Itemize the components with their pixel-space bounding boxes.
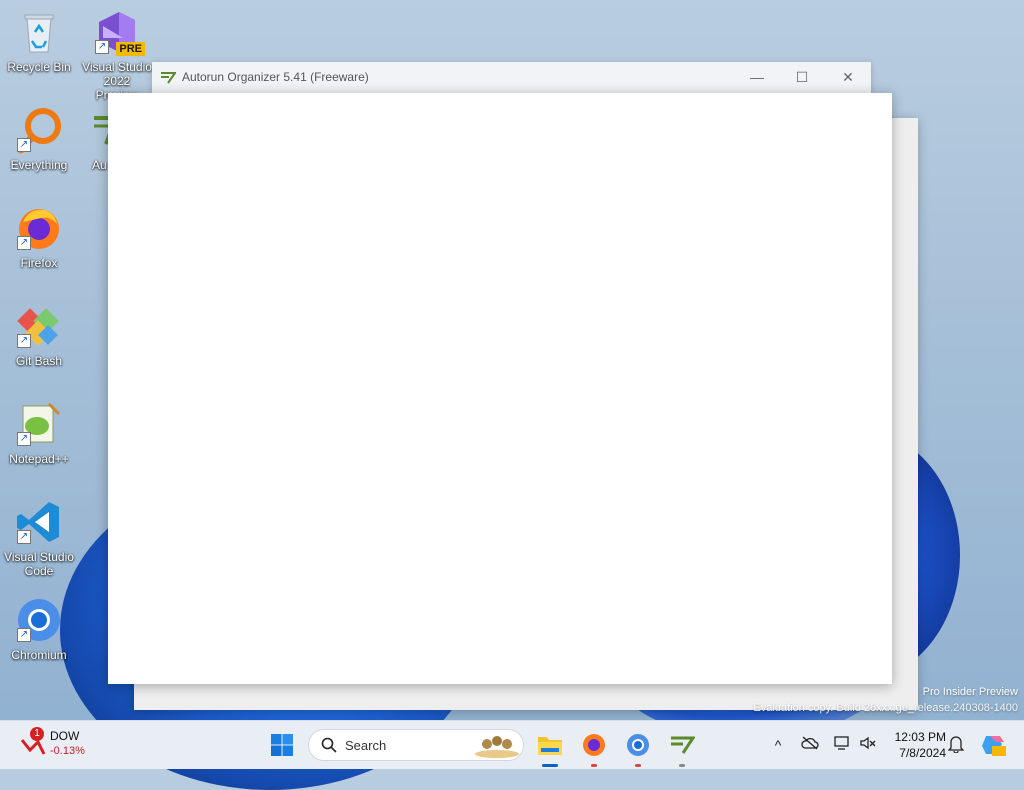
desktop-icon-visual-studio-preview[interactable]: ↗ PRE Visual Studio 2022 Preview bbox=[81, 8, 153, 102]
desktop-icon-chromium[interactable]: ↗ Chromium bbox=[3, 596, 75, 662]
search-highlight-icon bbox=[475, 736, 519, 758]
chromium-icon: ↗ bbox=[15, 596, 63, 644]
clock-date: 7/8/2024 bbox=[899, 746, 946, 760]
desktop-icon-label: Everything bbox=[10, 158, 68, 172]
preview-badge: PRE bbox=[116, 42, 145, 56]
vscode-icon: ↗ bbox=[15, 498, 63, 546]
watermark-line-1: Pro Insider Preview bbox=[922, 686, 1018, 698]
start-button[interactable] bbox=[266, 729, 298, 761]
minimize-button[interactable]: — bbox=[734, 62, 780, 93]
stock-widget[interactable]: 1 DOW -0.13% bbox=[16, 727, 106, 762]
desktop-icon-vscode[interactable]: ↗ Visual Studio Code bbox=[3, 498, 75, 578]
chromium-icon bbox=[627, 734, 649, 756]
notepadpp-icon: ↗ bbox=[15, 400, 63, 448]
desktop-icon-label: Notepad++ bbox=[9, 452, 69, 466]
window-title: Autorun Organizer 5.41 (Freeware) bbox=[182, 70, 369, 84]
windows-logo-icon bbox=[271, 734, 293, 756]
shortcut-arrow-icon: ↗ bbox=[17, 628, 31, 642]
desktop-icon-label: Firefox bbox=[20, 256, 58, 270]
window-client-area[interactable] bbox=[108, 93, 892, 684]
close-button[interactable]: ✕ bbox=[825, 62, 871, 93]
taskbar-autorun-organizer[interactable] bbox=[666, 729, 698, 767]
desktop-icon-recycle-bin[interactable]: Recycle Bin bbox=[3, 8, 75, 74]
git-bash-icon: ↗ bbox=[15, 302, 63, 350]
active-indicator bbox=[542, 764, 558, 767]
shortcut-arrow-icon: ↗ bbox=[17, 236, 31, 250]
autorun-organizer-icon bbox=[671, 736, 695, 754]
window-titlebar[interactable]: Autorun Organizer 5.41 (Freeware) — ☐ ✕ bbox=[152, 62, 871, 93]
everything-search-icon: ↗ bbox=[15, 106, 63, 154]
taskbar: 1 DOW -0.13% Search ^ 12:03 PM 7/8/2024 bbox=[0, 720, 1024, 769]
firefox-icon bbox=[583, 734, 605, 756]
speaker-muted-icon[interactable] bbox=[858, 735, 878, 755]
notification-badge: 1 bbox=[30, 727, 44, 741]
running-indicator bbox=[679, 764, 685, 767]
shortcut-arrow-icon: ↗ bbox=[17, 530, 31, 544]
search-placeholder: Search bbox=[345, 738, 387, 753]
shortcut-arrow-icon: ↗ bbox=[17, 334, 31, 348]
visual-studio-preview-icon: ↗ PRE bbox=[93, 8, 145, 56]
chevron-up-icon[interactable]: ^ bbox=[768, 735, 788, 755]
shortcut-arrow-icon: ↗ bbox=[95, 40, 109, 54]
notification-bell-icon[interactable] bbox=[946, 735, 966, 755]
folder-icon bbox=[538, 737, 562, 755]
desktop-icon-everything[interactable]: ↗ Everything bbox=[3, 106, 75, 172]
desktop-icon-git-bash[interactable]: ↗ Git Bash bbox=[3, 302, 75, 368]
stock-name: DOW bbox=[50, 729, 80, 743]
running-indicator bbox=[591, 764, 597, 767]
network-icon[interactable] bbox=[832, 735, 852, 755]
stock-change: -0.13% bbox=[50, 745, 85, 757]
shortcut-arrow-icon: ↗ bbox=[17, 138, 31, 152]
taskbar-chromium[interactable] bbox=[622, 729, 654, 767]
taskbar-firefox[interactable] bbox=[578, 729, 610, 767]
search-icon bbox=[321, 737, 337, 753]
watermark-line-2: Evaluation copy. Build 26xxx.ge_release.… bbox=[753, 702, 1018, 714]
copilot-preview-icon[interactable] bbox=[980, 732, 1006, 758]
clock-time: 12:03 PM bbox=[894, 730, 946, 744]
cloud-offline-icon[interactable] bbox=[800, 735, 820, 755]
taskbar-search[interactable]: Search bbox=[308, 729, 524, 761]
desktop-icon-label: Chromium bbox=[11, 648, 67, 662]
desktop-icon-label: Git Bash bbox=[15, 354, 63, 368]
desktop-icon-firefox[interactable]: ↗ Firefox bbox=[3, 204, 75, 270]
recycle-bin-icon bbox=[15, 8, 63, 56]
running-indicator bbox=[635, 764, 641, 767]
shortcut-arrow-icon: ↗ bbox=[17, 432, 31, 446]
maximize-button[interactable]: ☐ bbox=[779, 62, 825, 93]
taskbar-clock[interactable]: 12:03 PM 7/8/2024 bbox=[886, 729, 946, 761]
desktop-icon-label: Visual Studio Code bbox=[4, 550, 74, 578]
desktop-icon-label: Recycle Bin bbox=[7, 60, 71, 74]
firefox-icon: ↗ bbox=[15, 204, 63, 252]
taskbar-file-explorer[interactable] bbox=[534, 729, 566, 767]
autorun-organizer-icon bbox=[160, 71, 177, 84]
desktop-icon-notepadpp[interactable]: ↗ Notepad++ bbox=[3, 400, 75, 466]
